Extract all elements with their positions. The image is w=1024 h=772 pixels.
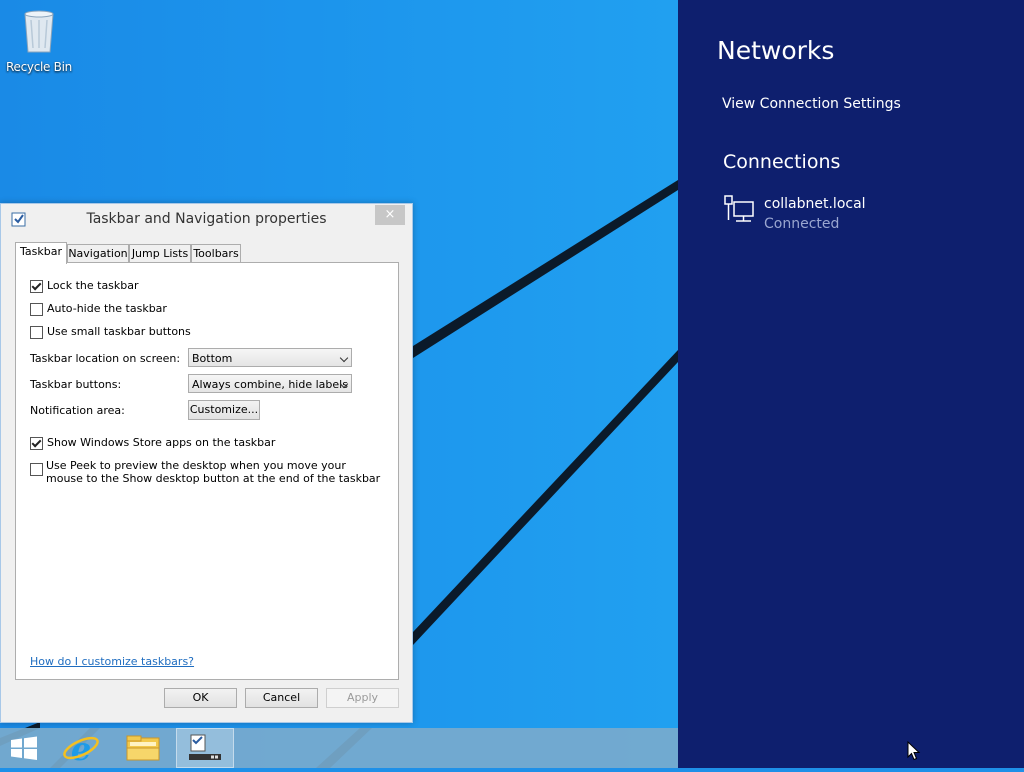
buttons-value: Always combine, hide labels (192, 378, 348, 391)
recycle-bin-label: Recycle Bin (6, 60, 72, 74)
wired-network-icon (724, 195, 754, 222)
small-buttons-label: Use small taskbar buttons (47, 325, 191, 338)
dialog-titlebar[interactable]: Taskbar and Navigation properties × (1, 204, 412, 234)
peek-option[interactable] (30, 462, 47, 476)
connection-item[interactable]: collabnet.local Connected (722, 194, 1012, 238)
lock-taskbar-label: Lock the taskbar (47, 279, 139, 292)
networks-pane: Networks View Connection Settings Connec… (678, 0, 1024, 768)
taskbar: e (0, 728, 678, 768)
apply-button[interactable]: Apply (326, 688, 399, 708)
close-icon: × (384, 207, 396, 222)
svg-text:e: e (71, 730, 91, 768)
location-value: Bottom (192, 352, 233, 365)
store-apps-checkbox[interactable] (30, 436, 43, 450)
tab-navigation[interactable]: Navigation (67, 244, 129, 262)
auto-hide-checkbox[interactable] (30, 302, 43, 316)
chevron-down-icon (339, 353, 349, 363)
taskbar-properties-button[interactable] (176, 728, 234, 768)
windows-start-icon (11, 736, 37, 760)
customize-button[interactable]: Customize... (188, 400, 260, 420)
store-apps-option[interactable]: Show Windows Store apps on the taskbar (30, 436, 275, 450)
location-select[interactable]: Bottom (188, 348, 352, 367)
taskbar-properties-icon (189, 734, 221, 760)
buttons-select[interactable]: Always combine, hide labels (188, 374, 352, 393)
start-button[interactable] (0, 728, 48, 768)
peek-label: Use Peek to preview the desktop when you… (46, 459, 381, 485)
connection-status: Connected (764, 216, 840, 232)
file-explorer-button[interactable] (118, 728, 168, 768)
ok-button[interactable]: OK (164, 688, 237, 708)
buttons-label: Taskbar buttons: (30, 378, 122, 391)
connection-name: collabnet.local (764, 196, 866, 212)
tab-taskbar[interactable]: Taskbar (15, 242, 67, 264)
internet-explorer-icon: e (63, 730, 99, 768)
lock-taskbar-option[interactable]: Lock the taskbar (30, 279, 139, 293)
mouse-cursor-icon (907, 741, 921, 761)
dialog-title: Taskbar and Navigation properties (86, 211, 327, 227)
view-connection-settings-link[interactable]: View Connection Settings (722, 96, 901, 112)
notification-label: Notification area: (30, 404, 125, 417)
taskbar-tab-panel: Lock the taskbar Auto-hide the taskbar U… (15, 262, 399, 680)
connections-heading: Connections (723, 151, 841, 173)
internet-explorer-button[interactable]: e (56, 728, 106, 768)
location-label: Taskbar location on screen: (30, 352, 181, 365)
recycle-bin-icon (24, 10, 54, 53)
recycle-bin-shortcut[interactable]: Recycle Bin (6, 6, 72, 74)
small-buttons-option[interactable]: Use small taskbar buttons (30, 325, 191, 339)
lock-taskbar-checkbox[interactable] (30, 279, 43, 293)
help-link[interactable]: How do I customize taskbars? (30, 655, 194, 668)
networks-title: Networks (717, 36, 835, 65)
tab-jump-lists[interactable]: Jump Lists (129, 244, 191, 262)
store-apps-label: Show Windows Store apps on the taskbar (47, 436, 276, 449)
small-buttons-checkbox[interactable] (30, 325, 43, 339)
tab-toolbars[interactable]: Toolbars (191, 244, 241, 262)
file-explorer-icon (126, 735, 160, 761)
peek-checkbox[interactable] (30, 462, 43, 476)
auto-hide-label: Auto-hide the taskbar (47, 302, 167, 315)
cancel-button[interactable]: Cancel (245, 688, 318, 708)
taskbar-properties-dialog: Taskbar and Navigation properties × Task… (0, 203, 413, 723)
close-button[interactable]: × (375, 205, 405, 225)
auto-hide-option[interactable]: Auto-hide the taskbar (30, 302, 167, 316)
